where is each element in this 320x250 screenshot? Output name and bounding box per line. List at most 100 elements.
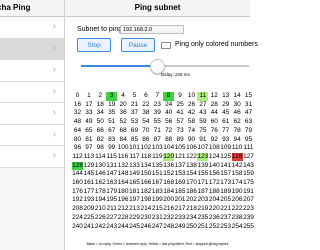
ip-cell[interactable]: 76 [209,127,220,136]
ip-cell[interactable]: 182 [140,188,151,197]
ip-cell[interactable]: 181 [129,188,140,197]
ip-cell[interactable]: 89 [175,136,186,145]
ip-cell[interactable]: 55 [152,118,163,127]
ip-cell[interactable]: 119 [152,153,163,162]
ip-cell[interactable]: 51 [106,118,117,127]
ip-cell[interactable]: 186 [186,188,197,197]
ip-cell[interactable]: 49 [83,118,94,127]
ip-cell[interactable]: 175 [243,179,254,188]
ip-cell[interactable]: 237 [220,214,231,223]
ip-cell[interactable]: 14 [232,92,243,101]
ip-cell[interactable]: 198 [140,196,151,205]
ip-cell[interactable]: 32 [72,109,83,118]
ip-cell[interactable]: 82 [95,136,106,145]
ip-cell[interactable]: 253 [220,223,231,232]
ip-cell[interactable]: 118 [140,153,151,162]
ip-cell[interactable]: 127 [243,153,254,162]
ip-cell[interactable]: 104 [163,144,174,153]
ip-cell[interactable]: 167 [152,179,163,188]
ip-cell[interactable]: 202 [186,196,197,205]
ip-cell[interactable]: 219 [197,205,208,214]
ip-cell[interactable]: 111 [243,144,254,153]
ip-cell[interactable]: 185 [175,188,186,197]
ip-cell[interactable]: 226 [95,214,106,223]
ip-cell[interactable]: 225 [83,214,94,223]
ip-cell[interactable]: 178 [95,188,106,197]
stop-button[interactable]: Stop [77,38,111,52]
ip-cell[interactable]: 216 [163,205,174,214]
ip-cell[interactable]: 75 [197,127,208,136]
ip-cell[interactable]: 64 [72,127,83,136]
ip-cell[interactable]: 101 [129,144,140,153]
ip-cell[interactable]: 4 [118,92,129,101]
ip-cell[interactable]: 23 [152,101,163,110]
pause-button[interactable]: Pause [121,38,155,52]
ip-cell[interactable]: 41 [175,109,186,118]
ip-cell[interactable]: 27 [197,101,208,110]
ip-cell[interactable]: 172 [209,179,220,188]
ip-cell[interactable]: 150 [140,170,151,179]
ip-cell[interactable]: 26 [186,101,197,110]
ip-cell[interactable]: 10 [186,92,197,101]
ip-cell[interactable]: 235 [197,214,208,223]
ip-cell[interactable]: 81 [83,136,94,145]
ip-cell[interactable]: 44 [209,109,220,118]
ip-cell[interactable]: 158 [232,170,243,179]
ip-cell[interactable]: 160 [72,179,83,188]
ip-cell[interactable]: 147 [106,170,117,179]
ip-cell[interactable]: 242 [95,223,106,232]
ip-cell[interactable]: 126 [231,152,243,162]
ip-cell[interactable]: 152 [163,170,174,179]
ip-cell[interactable]: 249 [175,223,186,232]
ip-cell[interactable]: 57 [175,118,186,127]
ip-cell[interactable]: 34 [95,109,106,118]
ip-cell[interactable]: 189 [220,188,231,197]
list-item[interactable]: › [0,146,64,168]
ip-cell[interactable]: 221 [220,205,231,214]
ip-cell[interactable]: 245 [129,223,140,232]
ip-cell[interactable]: 25 [175,101,186,110]
ip-cell[interactable]: 217 [175,205,186,214]
ip-cell[interactable]: 65 [83,127,94,136]
ip-cell[interactable]: 174 [232,179,243,188]
ip-cell[interactable]: 71 [152,127,163,136]
ip-cell[interactable]: 112 [72,153,83,162]
delay-slider-track[interactable] [81,65,249,67]
ip-cell[interactable]: 191 [243,188,254,197]
ip-cell[interactable]: 114 [95,153,106,162]
list-item[interactable]: › [0,124,64,146]
ip-cell[interactable]: 74 [186,127,197,136]
ip-cell[interactable]: 131 [106,162,117,171]
ip-cell[interactable]: 168 [163,179,174,188]
ip-cell[interactable]: 232 [163,214,174,223]
ip-cell[interactable]: 192 [72,196,83,205]
ip-cell[interactable]: 224 [72,214,83,223]
ip-cell[interactable]: 62 [232,118,243,127]
ip-cell[interactable]: 209 [83,205,94,214]
ip-cell[interactable]: 103 [152,144,163,153]
ip-cell[interactable]: 208 [72,205,83,214]
ip-cell[interactable]: 255 [243,223,254,232]
ip-cell[interactable]: 236 [209,214,220,223]
ip-cell[interactable]: 223 [243,205,254,214]
list-item[interactable]: › [0,103,64,125]
ip-cell[interactable]: 8 [163,92,175,101]
ip-cell[interactable]: 128 [72,161,83,171]
ip-cell[interactable]: 190 [232,188,243,197]
ip-cell[interactable]: 197 [129,196,140,205]
ip-cell[interactable]: 166 [140,179,151,188]
ip-cell[interactable]: 61 [220,118,231,127]
ip-cell[interactable]: 60 [209,118,220,127]
ip-cell[interactable]: 66 [95,127,106,136]
ip-cell[interactable]: 196 [118,196,129,205]
ip-cell[interactable]: 153 [175,170,186,179]
list-item[interactable]: › [0,38,64,60]
ip-cell[interactable]: 193 [83,196,94,205]
ip-cell[interactable]: 231 [152,214,163,223]
ip-cell[interactable]: 73 [175,127,186,136]
list-item[interactable]: › [0,17,64,39]
ip-cell[interactable]: 105 [175,144,186,153]
ip-cell[interactable]: 108 [209,144,220,153]
ip-cell[interactable]: 106 [186,144,197,153]
ip-cell[interactable]: 123 [197,152,209,162]
